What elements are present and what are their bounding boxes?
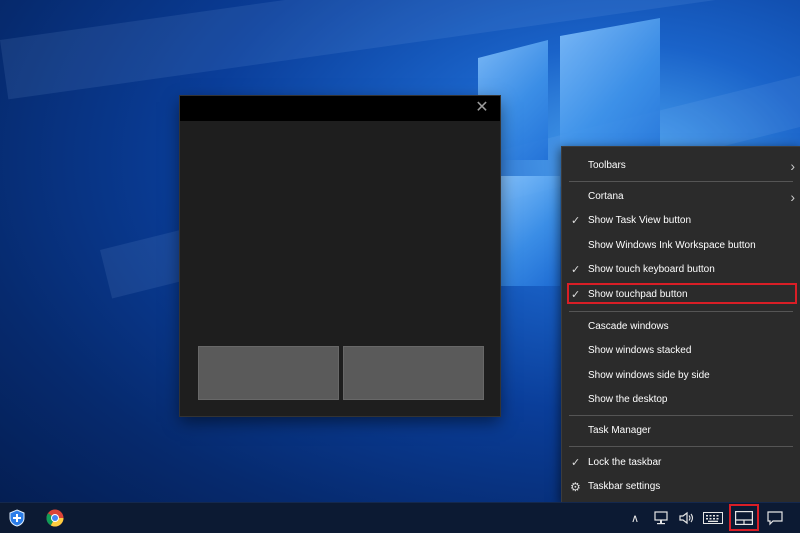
chevron-right-icon: › — [790, 158, 795, 174]
touchpad-left-button[interactable] — [198, 346, 339, 400]
menu-separator — [569, 181, 793, 182]
menu-separator — [569, 311, 793, 312]
touchpad-right-button[interactable] — [343, 346, 484, 400]
chevron-up-icon[interactable]: ∧ — [628, 503, 642, 533]
menu-item-label: Lock the taskbar — [588, 457, 662, 468]
menu-item-label: Toolbars — [588, 160, 626, 171]
menu-item-show-touch-keyboard[interactable]: ✓ Show touch keyboard button — [562, 259, 800, 281]
menu-item-windows-stacked[interactable]: Show windows stacked — [562, 340, 800, 362]
volume-icon[interactable] — [678, 503, 696, 533]
gear-icon: ⚙ — [570, 480, 581, 494]
menu-item-toolbars[interactable]: Toolbars › — [562, 155, 800, 177]
menu-item-cascade-windows[interactable]: Cascade windows — [562, 316, 800, 338]
menu-item-label: Cortana — [588, 191, 624, 202]
menu-item-label: Task Manager — [588, 425, 651, 436]
menu-item-taskbar-settings[interactable]: ⚙ Taskbar settings — [562, 476, 800, 498]
virtual-touchpad-window[interactable]: ✕ — [180, 96, 500, 416]
menu-separator — [569, 446, 793, 447]
menu-item-label: Taskbar settings — [588, 481, 661, 492]
touchpad-titlebar[interactable]: ✕ — [180, 96, 500, 121]
taskbar-context-menu: Toolbars › Cortana › ✓ Show Task View bu… — [561, 146, 800, 503]
menu-item-label: Show touch keyboard button — [588, 264, 715, 275]
checkmark-icon: ✓ — [571, 215, 581, 227]
menu-item-show-desktop[interactable]: Show the desktop — [562, 389, 800, 411]
shield-icon[interactable] — [5, 503, 29, 533]
checkmark-icon: ✓ — [571, 264, 581, 276]
keyboard-icon[interactable] — [702, 503, 724, 533]
menu-item-windows-side-by-side[interactable]: Show windows side by side — [562, 365, 800, 387]
menu-item-label: Show windows side by side — [588, 370, 710, 381]
checkmark-icon: ✓ — [571, 457, 581, 469]
menu-item-show-ink-workspace[interactable]: Show Windows Ink Workspace button — [562, 235, 800, 257]
touchpad-surface[interactable] — [180, 121, 500, 341]
window-logo-pane — [500, 176, 560, 286]
menu-item-show-task-view[interactable]: ✓ Show Task View button — [562, 210, 800, 232]
menu-item-lock-taskbar[interactable]: ✓ Lock the taskbar — [562, 452, 800, 474]
menu-item-label: Cascade windows — [588, 321, 669, 332]
menu-item-label: Show the desktop — [588, 394, 668, 405]
highlight-box — [567, 283, 797, 304]
menu-item-task-manager[interactable]: Task Manager — [562, 420, 800, 442]
network-icon[interactable] — [652, 503, 670, 533]
menu-item-label: Show windows stacked — [588, 345, 692, 356]
notification-icon[interactable] — [765, 503, 785, 533]
highlight-box — [729, 504, 759, 531]
close-icon[interactable]: ✕ — [474, 100, 490, 116]
menu-item-label: Show Task View button — [588, 215, 692, 226]
menu-item-label: Show Windows Ink Workspace button — [588, 240, 756, 251]
chrome-icon[interactable] — [42, 503, 68, 533]
taskbar[interactable]: ∧ — [0, 502, 800, 533]
chevron-right-icon: › — [790, 189, 795, 205]
menu-separator — [569, 415, 793, 416]
menu-item-cortana[interactable]: Cortana › — [562, 186, 800, 208]
